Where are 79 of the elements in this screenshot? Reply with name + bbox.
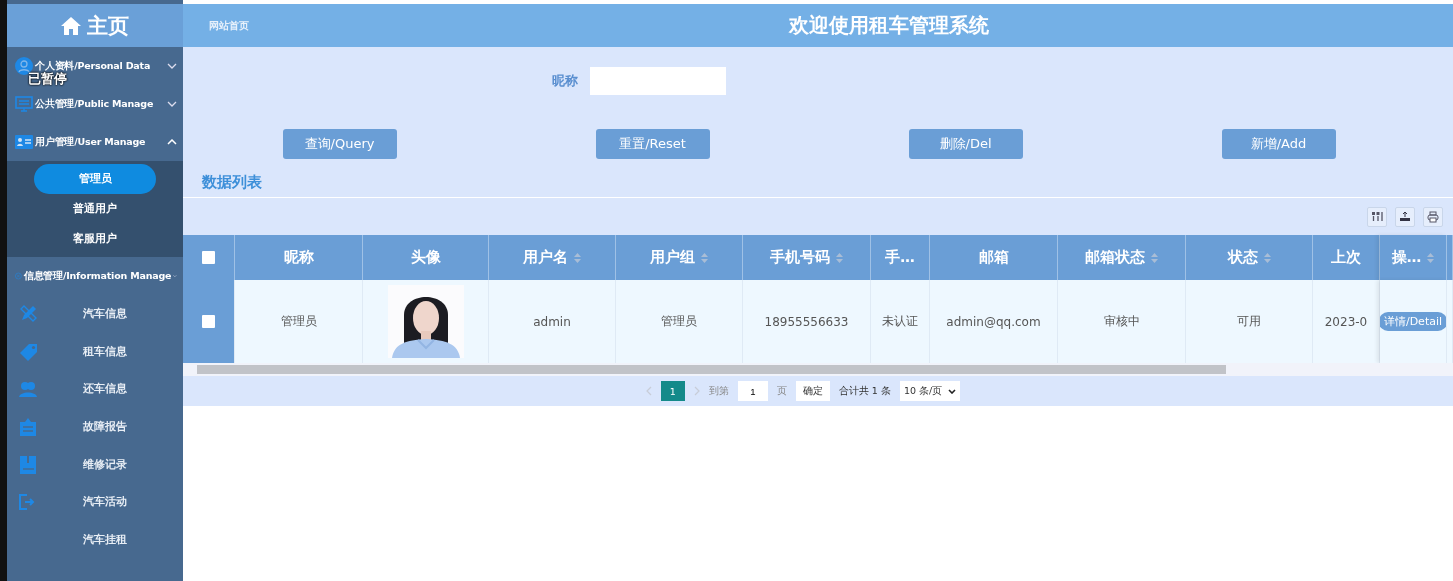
home-icon bbox=[61, 16, 81, 35]
checkbox[interactable] bbox=[202, 251, 215, 264]
column-header: 上次 bbox=[1331, 248, 1361, 267]
sort-icon bbox=[701, 252, 708, 263]
menu-group[interactable]: 用户管理/User Manage bbox=[35, 135, 165, 149]
sort-icon bbox=[1151, 252, 1158, 263]
table-cell: 管理员 bbox=[616, 280, 743, 363]
caret-icon bbox=[948, 388, 957, 394]
table-cell: 未认证 bbox=[871, 280, 930, 363]
column-header[interactable]: 邮箱状态 bbox=[1085, 248, 1145, 267]
menu-group[interactable]: 公共管理/Public Manage bbox=[35, 97, 165, 111]
table-cell: 管理员 bbox=[235, 280, 363, 363]
column-header: 邮箱 bbox=[978, 248, 1009, 267]
toolbar-button[interactable] bbox=[1367, 206, 1387, 227]
sort-icon bbox=[574, 252, 581, 263]
column-header[interactable]: 状态 bbox=[1227, 248, 1258, 267]
submenu-item[interactable]: 维修记录 bbox=[79, 455, 131, 474]
submenu-item[interactable]: 还车信息 bbox=[79, 380, 131, 399]
nickname-field[interactable] bbox=[590, 67, 726, 95]
action-button[interactable]: 查询/Query bbox=[282, 129, 397, 159]
toolbar-button[interactable] bbox=[1395, 206, 1415, 227]
submenu-item[interactable]: 汽车挂租 bbox=[79, 530, 131, 549]
section-title: 数据列表 bbox=[201, 172, 263, 193]
home-bar[interactable]: 主页 bbox=[7, 4, 183, 47]
page-title: 欢迎使用租车管理系统 bbox=[789, 12, 989, 39]
submenu-item[interactable]: 普通用户 bbox=[34, 194, 156, 224]
confirm-button[interactable]: 确定 bbox=[795, 381, 830, 401]
menu-group[interactable]: 信息管理/Information Manage bbox=[23, 269, 172, 283]
submenu-item[interactable]: 汽车信息 bbox=[79, 304, 131, 323]
checkbox[interactable] bbox=[202, 315, 215, 328]
monitor-icon bbox=[15, 96, 33, 112]
column-header: 头像 bbox=[410, 248, 441, 267]
previous-page-icon[interactable] bbox=[645, 386, 652, 396]
field-label: 昵称 bbox=[552, 72, 578, 90]
detail-button[interactable]: 详情/Detail bbox=[1380, 312, 1446, 331]
exit-icon bbox=[19, 494, 35, 511]
home-title: 主页 bbox=[87, 12, 129, 40]
table-cell: 可用 bbox=[1186, 280, 1313, 363]
print-icon bbox=[1427, 210, 1439, 223]
people-icon bbox=[19, 380, 37, 399]
submenu-item[interactable]: 租车信息 bbox=[79, 342, 131, 361]
column-header: 昵称 bbox=[283, 248, 314, 267]
action-button[interactable]: 重置/Reset bbox=[595, 129, 710, 159]
table-cell: 2023-0 bbox=[1313, 280, 1380, 363]
page-button[interactable]: 1 bbox=[660, 381, 685, 401]
total-count: 合计共 1 条 bbox=[838, 384, 891, 398]
page-number-field[interactable]: 1 bbox=[737, 381, 768, 401]
table-cell: admin@qq.com bbox=[930, 280, 1058, 363]
tag-icon bbox=[19, 342, 39, 361]
paused-label: 已暂停 bbox=[28, 71, 67, 86]
submenu-item[interactable]: 客服用户 bbox=[34, 224, 156, 254]
column-header[interactable]: 用户名 bbox=[523, 248, 568, 267]
sort-icon bbox=[1263, 252, 1271, 263]
sort-icon bbox=[836, 252, 843, 263]
table-cell: 18955556633 bbox=[743, 280, 871, 363]
id-card-icon bbox=[15, 135, 33, 149]
menu-group[interactable]: 个人资料/Personal Data bbox=[35, 59, 165, 73]
action-button[interactable]: 新增/Add bbox=[1221, 129, 1336, 159]
columns-icon bbox=[1371, 210, 1383, 223]
submenu-item[interactable]: 故障报告 bbox=[79, 417, 131, 436]
horizontal-scrollbar[interactable] bbox=[183, 363, 1453, 376]
column-header[interactable]: 手机号码 bbox=[770, 248, 830, 267]
page-unit: 页 bbox=[776, 384, 787, 398]
submenu-item[interactable]: 汽车活动 bbox=[79, 493, 131, 512]
column-header: 手… bbox=[885, 248, 915, 267]
goto-label: 到第 bbox=[708, 384, 729, 398]
clipboard-icon bbox=[19, 417, 37, 436]
action-button[interactable]: 删除/Del bbox=[908, 129, 1023, 159]
sort-icon bbox=[1427, 252, 1435, 263]
next-page-icon[interactable] bbox=[693, 386, 700, 396]
book-icon bbox=[19, 455, 37, 474]
table-cell: 审核中 bbox=[1058, 280, 1186, 363]
pencil-ruler-icon bbox=[19, 304, 37, 323]
export-icon bbox=[1399, 210, 1411, 223]
column-header[interactable]: 用户组 bbox=[650, 248, 695, 267]
page-size-select[interactable]: 10 条/页 bbox=[899, 381, 961, 401]
submenu-item[interactable]: 管理员 bbox=[34, 164, 156, 194]
column-header[interactable]: 操… bbox=[1391, 248, 1422, 267]
table-cell: admin bbox=[489, 280, 616, 363]
